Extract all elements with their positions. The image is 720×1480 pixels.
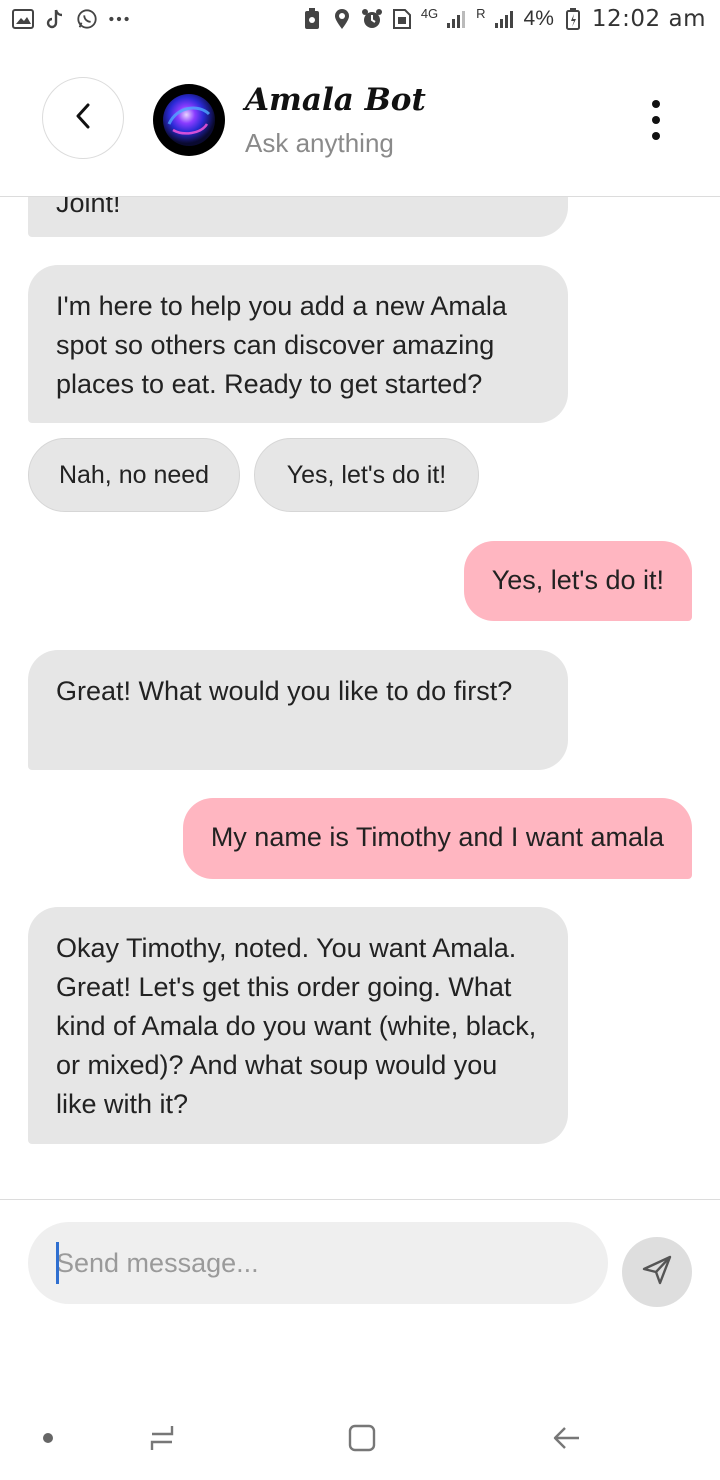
- bot-message: Joint!: [28, 197, 568, 237]
- message-text: Okay Timothy, noted. You want Amala. Gre…: [56, 933, 537, 1119]
- message-input[interactable]: [28, 1222, 608, 1304]
- more-options-button[interactable]: [644, 100, 668, 140]
- send-icon: [640, 1253, 674, 1292]
- gallery-icon: [12, 8, 34, 30]
- alarm-icon: [361, 8, 383, 30]
- quick-reply-no[interactable]: Nah, no need: [28, 438, 240, 512]
- chat-subtitle: Ask anything: [245, 128, 394, 158]
- home-square-icon: [346, 1422, 378, 1459]
- battery-percent: 4%: [523, 7, 554, 30]
- signal-icon-2: [494, 8, 516, 30]
- back-button[interactable]: [42, 77, 124, 159]
- message-list[interactable]: Joint! I'm here to help you add a new Am…: [0, 197, 720, 1199]
- bot-message: Okay Timothy, noted. You want Amala. Gre…: [28, 907, 568, 1144]
- bot-avatar: [153, 84, 225, 156]
- sim-icon: [391, 8, 413, 30]
- dot-icon: [42, 1431, 54, 1449]
- user-message: Yes, let's do it!: [463, 541, 692, 621]
- recents-icon: [146, 1422, 178, 1459]
- network-type-label: 4G: [420, 5, 439, 21]
- roaming-label: R: [476, 5, 486, 21]
- whatsapp-icon: [76, 8, 98, 30]
- message-text: Great! What would you like to do first?: [56, 676, 513, 706]
- location-icon: [331, 8, 353, 30]
- chevron-left-icon: [73, 102, 93, 135]
- chat-header: Amala Bot Ask anything: [0, 60, 720, 197]
- status-left-icons: [12, 8, 130, 30]
- more-icon: [108, 8, 130, 30]
- back-arrow-icon: [551, 1422, 583, 1459]
- message-text: I'm here to help you add a new Amala spo…: [56, 291, 507, 399]
- status-right-icons: 4G R 4% 12:02 am: [301, 6, 706, 32]
- system-nav-bar: [0, 1400, 720, 1480]
- message-text: Joint!: [56, 197, 121, 218]
- message-text: My name is Timothy and I want amala: [210, 822, 664, 852]
- battery-icon: [562, 8, 584, 30]
- back-nav-button[interactable]: [545, 1420, 589, 1460]
- kebab-dot-icon: [652, 132, 660, 140]
- status-bar: 4G R 4% 12:02 am: [0, 0, 720, 44]
- home-button[interactable]: [340, 1420, 384, 1460]
- message-text: Yes, let's do it!: [491, 565, 664, 595]
- bot-message: I'm here to help you add a new Amala spo…: [28, 265, 568, 423]
- bot-message: Great! What would you like to do first?: [28, 650, 568, 770]
- user-message: My name is Timothy and I want amala: [182, 798, 692, 879]
- text-caret: [56, 1242, 59, 1284]
- orb-icon: [163, 94, 215, 146]
- chat-title: Amala Bot: [245, 82, 426, 118]
- quick-reply-label: Yes, let's do it!: [286, 460, 447, 489]
- quick-reply-yes[interactable]: Yes, let's do it!: [254, 438, 479, 512]
- tiktok-icon: [44, 8, 66, 30]
- nav-dot-button[interactable]: [36, 1420, 60, 1460]
- recent-apps-button[interactable]: [140, 1420, 184, 1460]
- battery-saver-icon: [301, 8, 323, 30]
- kebab-dot-icon: [652, 100, 660, 108]
- clock: 12:02 am: [591, 6, 706, 32]
- kebab-dot-icon: [652, 116, 660, 124]
- send-button[interactable]: [622, 1237, 692, 1307]
- message-composer: [0, 1199, 720, 1350]
- signal-icon-1: [446, 8, 468, 30]
- quick-reply-label: Nah, no need: [58, 460, 210, 489]
